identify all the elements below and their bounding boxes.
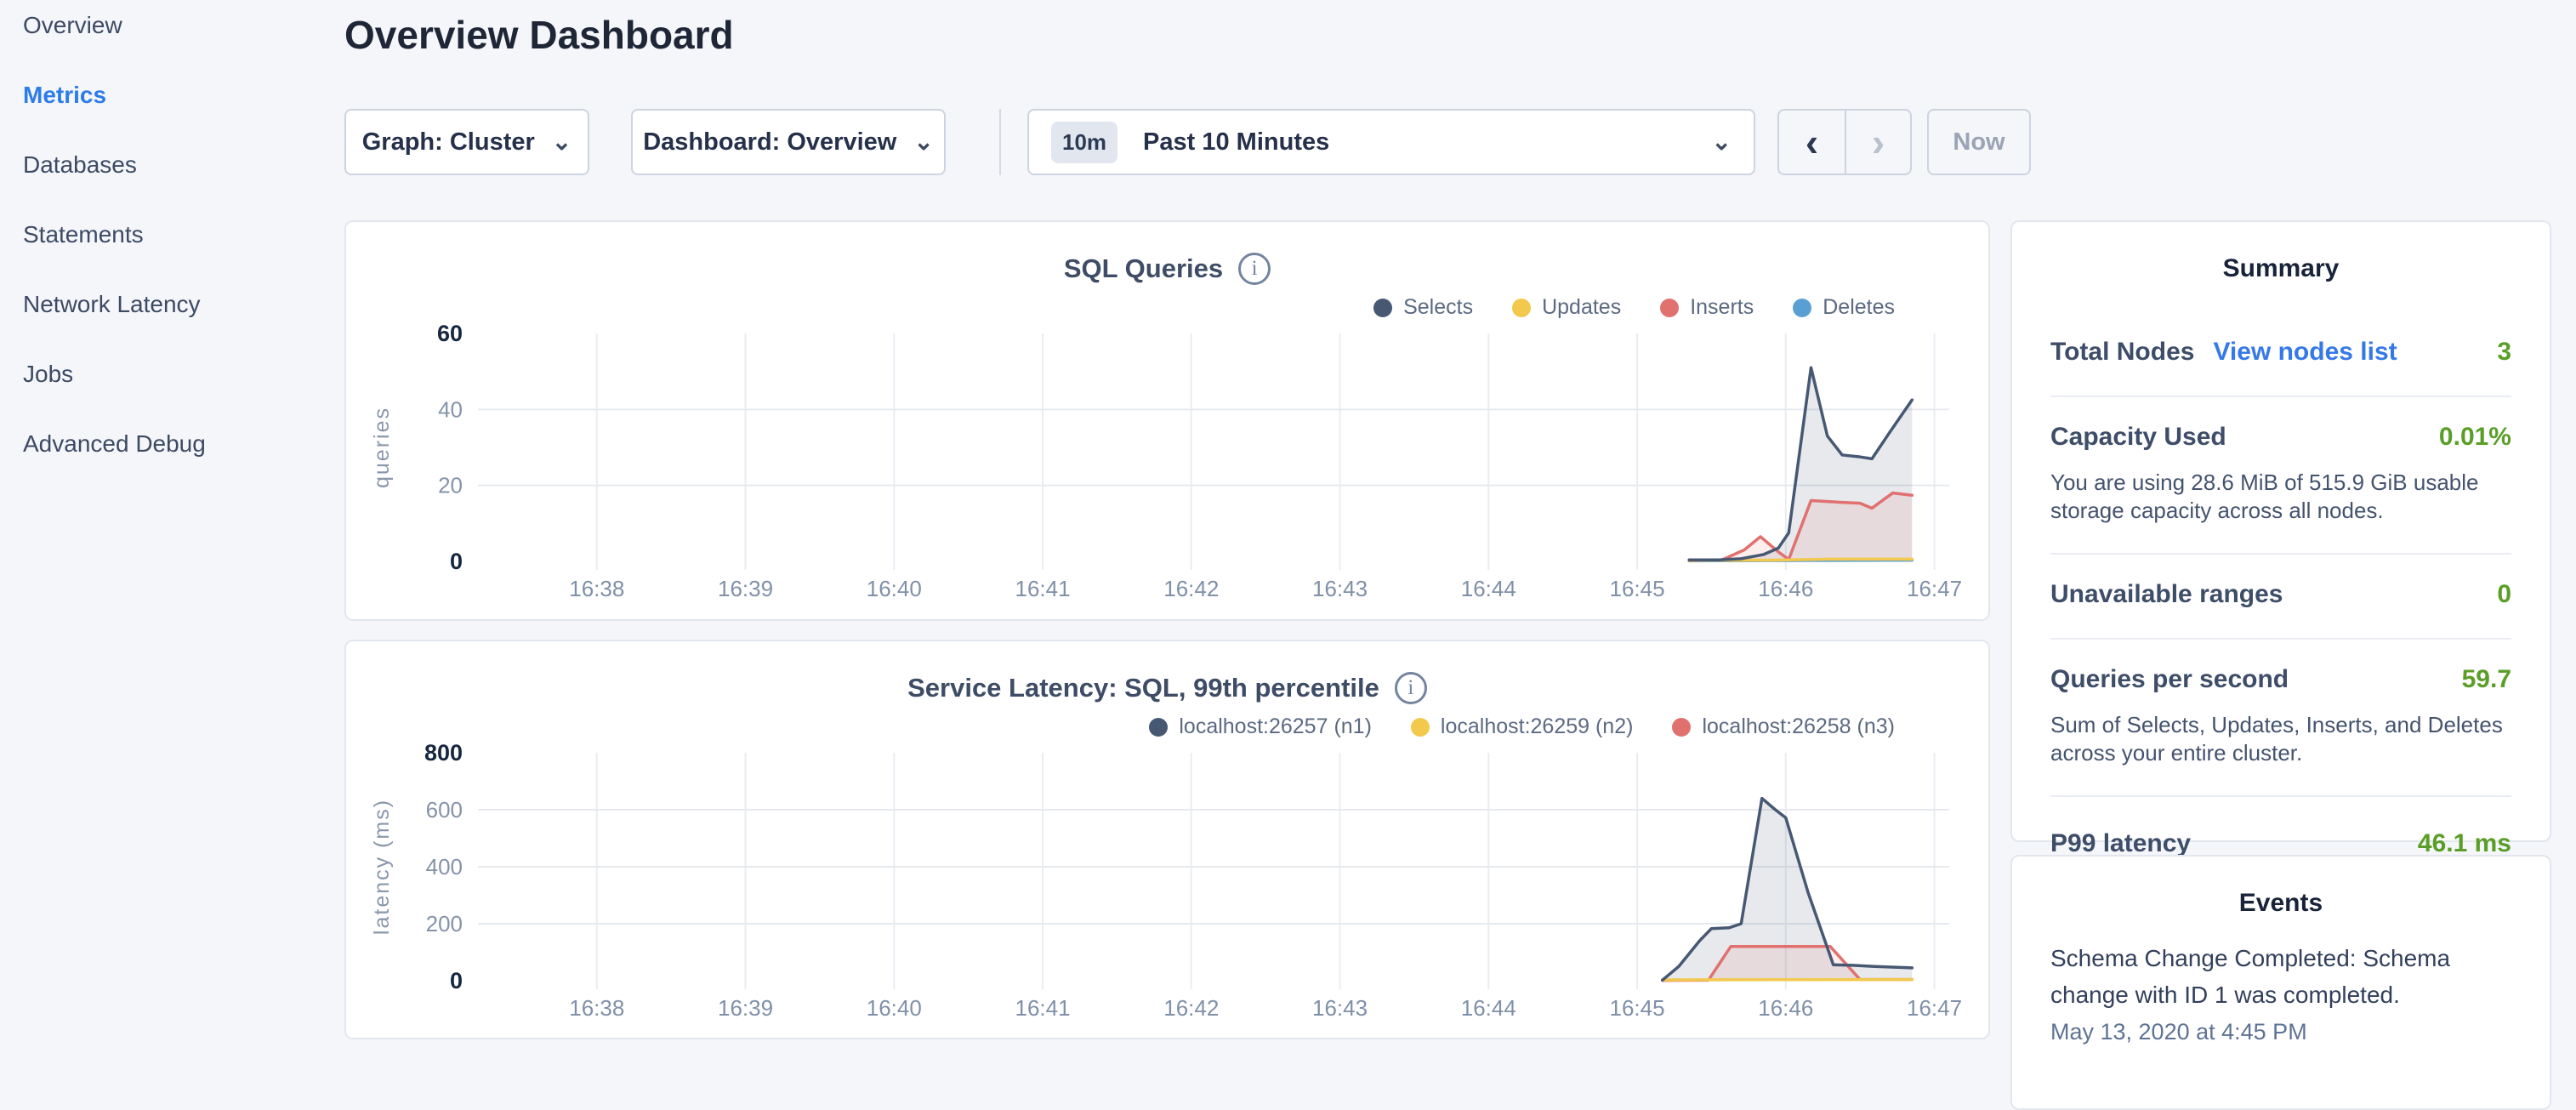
controls-row: Graph: Cluster ⌄ Dashboard: Overview ⌄ 1…	[344, 109, 2045, 175]
event-message: Schema Change Completed: Schema change w…	[2050, 940, 2511, 1014]
svg-text:16:47: 16:47	[1907, 995, 1962, 1021]
svg-text:200: 200	[426, 911, 463, 936]
summary-row-value: 3	[2497, 338, 2511, 367]
svg-text:40: 40	[438, 396, 463, 422]
event-timestamp: May 13, 2020 at 4:45 PM	[2050, 1019, 2511, 1045]
svg-text:600: 600	[426, 797, 463, 823]
svg-text:16:42: 16:42	[1163, 576, 1219, 601]
svg-text:16:38: 16:38	[569, 995, 624, 1021]
time-range-selector[interactable]: 10m Past 10 Minutes ⌄	[1027, 109, 1755, 175]
svg-text:16:39: 16:39	[718, 995, 773, 1021]
time-range-label: Past 10 Minutes	[1143, 128, 1329, 157]
sidebar-item-network-latency[interactable]: Network Latency	[0, 270, 340, 339]
summary-row-label: Capacity Used	[2050, 423, 2226, 452]
svg-text:16:46: 16:46	[1758, 576, 1813, 601]
prev-range-button[interactable]: ‹	[1779, 111, 1845, 174]
event-list-item[interactable]: Schema Change Completed: Schema change w…	[2050, 940, 2511, 1045]
sql-queries-chart-card: SQL Queries i SelectsUpdatesInsertsDelet…	[344, 220, 1990, 621]
chevron-down-icon: ⌄	[1712, 130, 1732, 154]
summary-row-value: 0.01%	[2439, 423, 2511, 452]
sql-queries-chart[interactable]: 16:38 16:39 16:40 16:41 16:42 16:43 16:44 16:45…	[346, 222, 1988, 619]
sidebar-item-overview[interactable]: Overview	[0, 0, 340, 60]
chevron-down-icon: ⌄	[552, 130, 571, 154]
graph-dropdown-label: Graph: Cluster	[362, 128, 535, 157]
time-range-badge: 10m	[1051, 122, 1117, 163]
svg-text:16:41: 16:41	[1015, 995, 1071, 1021]
summary-row-subtext: You are using 28.6 MiB of 515.9 GiB usab…	[2050, 469, 2511, 524]
svg-text:16:42: 16:42	[1163, 995, 1219, 1021]
sidebar-item-statements[interactable]: Statements	[0, 200, 340, 270]
svg-text:0: 0	[450, 549, 463, 574]
sidebar-item-metrics[interactable]: Metrics	[0, 60, 340, 130]
events-panel: Events Schema Change Completed: Schema c…	[2010, 855, 2551, 1110]
svg-text:800: 800	[424, 740, 463, 766]
svg-text:16:39: 16:39	[718, 576, 773, 601]
svg-text:16:46: 16:46	[1758, 995, 1813, 1021]
summary-row-value: 0	[2497, 580, 2511, 609]
svg-text:16:41: 16:41	[1015, 576, 1071, 601]
dashboard-dropdown-label: Dashboard: Overview	[643, 128, 896, 157]
svg-text:queries: queries	[370, 407, 394, 488]
svg-text:16:38: 16:38	[569, 576, 624, 601]
summary-row-total-nodes: Total Nodes View nodes list 3	[2050, 283, 2511, 397]
time-pager: ‹ ›	[1777, 109, 1912, 175]
svg-text:16:43: 16:43	[1312, 576, 1368, 601]
summary-row-subtext: Sum of Selects, Updates, Inserts, and De…	[2050, 711, 2511, 766]
svg-text:latency (ms): latency (ms)	[370, 799, 394, 935]
svg-text:16:45: 16:45	[1609, 995, 1664, 1021]
service-latency-chart-card: Service Latency: SQL, 99th percentile i …	[344, 640, 1990, 1039]
graph-dropdown[interactable]: Graph: Cluster ⌄	[344, 109, 589, 175]
svg-text:16:43: 16:43	[1312, 995, 1368, 1021]
svg-text:16:40: 16:40	[867, 995, 922, 1021]
sidebar-item-databases[interactable]: Databases	[0, 130, 340, 200]
summary-row-label: P99 latency	[2050, 829, 2191, 858]
summary-row-value: 46.1 ms	[2418, 829, 2511, 858]
svg-text:0: 0	[450, 968, 463, 993]
sidebar-item-jobs[interactable]: Jobs	[0, 339, 340, 409]
summary-row-label: Queries per second	[2050, 665, 2289, 694]
sidebar-item-advanced-debug[interactable]: Advanced Debug	[0, 409, 340, 479]
svg-text:16:45: 16:45	[1609, 576, 1664, 601]
summary-row-capacity-used: Capacity Used 0.01% You are using 28.6 M…	[2050, 397, 2511, 555]
summary-row-queries-per-second: Queries per second 59.7 Sum of Selects, …	[2050, 640, 2511, 797]
svg-text:16:47: 16:47	[1907, 576, 1962, 601]
dashboard-dropdown[interactable]: Dashboard: Overview ⌄	[631, 109, 946, 175]
view-nodes-list-link[interactable]: View nodes list	[2213, 338, 2397, 367]
svg-text:20: 20	[438, 473, 463, 498]
svg-text:16:40: 16:40	[867, 576, 922, 601]
now-button[interactable]: Now	[1927, 109, 2031, 175]
svg-text:400: 400	[426, 854, 463, 879]
summary-row-label: Total Nodes	[2050, 338, 2194, 367]
chevron-down-icon: ⌄	[913, 130, 933, 154]
sidebar: Overview Metrics Databases Statements Ne…	[0, 0, 340, 479]
summary-panel: Summary Total Nodes View nodes list 3 Ca…	[2010, 220, 2551, 842]
events-title: Events	[2050, 889, 2511, 918]
service-latency-chart[interactable]: 16:38 16:39 16:40 16:41 16:42 16:43 16:44 16:45…	[346, 641, 1988, 1038]
summary-title: Summary	[2050, 254, 2511, 283]
summary-row-value: 59.7	[2462, 665, 2511, 694]
summary-row-unavailable-ranges: Unavailable ranges 0	[2050, 555, 2511, 640]
divider	[999, 109, 1001, 175]
svg-text:16:44: 16:44	[1461, 576, 1516, 601]
summary-row-label: Unavailable ranges	[2050, 580, 2283, 609]
svg-text:60: 60	[437, 321, 463, 346]
svg-text:16:44: 16:44	[1461, 995, 1516, 1021]
page-title: Overview Dashboard	[344, 12, 734, 58]
next-range-button[interactable]: ›	[1845, 111, 1910, 174]
